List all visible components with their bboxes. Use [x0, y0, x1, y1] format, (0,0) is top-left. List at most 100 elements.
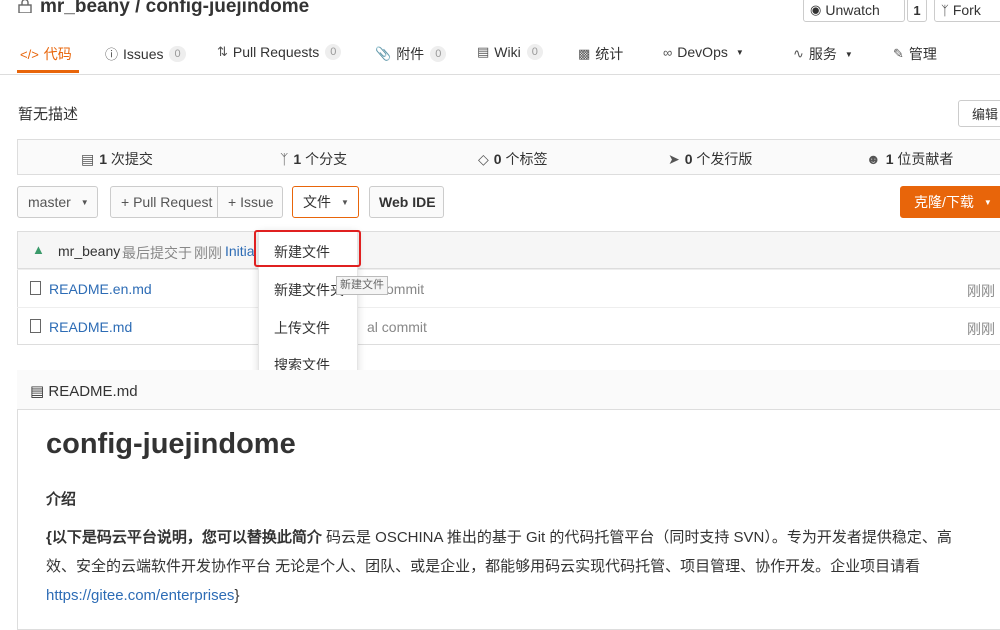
branches-count: 1 — [293, 151, 302, 167]
pull-request-icon: ⇅ — [217, 44, 228, 59]
file-icon — [30, 319, 41, 333]
tab-code-label: 代码 — [43, 46, 72, 62]
issue-icon: ⓘ — [105, 47, 119, 62]
tab-wiki-label: Wiki — [494, 44, 521, 60]
unwatch-button[interactable]: ◉ Unwatch — [803, 0, 905, 22]
clone-download-button[interactable]: 克隆/下载 ▼ — [900, 186, 1000, 218]
branches-label: 个分支 — [305, 151, 348, 167]
chevron-down-icon: ▼ — [341, 197, 349, 207]
file-menu-button[interactable]: 文件 ▼ — [292, 186, 359, 218]
tab-issues[interactable]: ⓘ Issues 0 — [105, 44, 186, 63]
contributors-icon: ☻ — [866, 151, 881, 167]
repo-name-link[interactable]: config-juejindome — [146, 0, 310, 17]
new-pull-request-button[interactable]: + Pull Request — [110, 186, 218, 218]
repo-title: mr_beany / config-juejindome — [18, 0, 309, 18]
attachment-icon: 📎 — [375, 46, 392, 61]
eye-icon: ◉ — [810, 2, 822, 17]
pull-requests-badge: 0 — [325, 44, 342, 60]
new-issue-button[interactable]: + Issue — [217, 186, 283, 218]
tab-services-label: 服务 — [808, 46, 837, 62]
commits-stat[interactable]: ▤ 1 次提交 — [81, 149, 153, 169]
lock-icon — [18, 0, 32, 13]
readme-title: ▤ README.md — [30, 382, 138, 400]
tab-stats-label: 统计 — [595, 46, 624, 62]
commit-icon: ▤ — [81, 151, 95, 167]
clone-download-label: 克隆/下载 — [914, 194, 974, 210]
menu-item-new-folder[interactable]: 新建文件夹 — [274, 280, 344, 300]
repo-description: 暂无描述 — [18, 106, 79, 123]
file-commit-time: 刚刚 — [967, 321, 995, 337]
file-name-link[interactable]: README.en.md — [49, 281, 152, 297]
tab-stats[interactable]: ▩ 统计 — [578, 44, 623, 64]
unwatch-label: Unwatch — [825, 2, 880, 18]
wiki-badge: 0 — [526, 44, 543, 60]
issues-badge: 0 — [169, 45, 186, 62]
readme-header — [17, 370, 1000, 410]
branch-label: master — [28, 194, 71, 210]
readme-heading: config-juejindome — [46, 428, 296, 460]
commit-text: 最后提交于 — [122, 245, 192, 261]
readme-filename: README.md — [48, 383, 138, 400]
tags-stat[interactable]: ◇ 0 个标签 — [478, 149, 547, 169]
web-ide-button[interactable]: Web IDE — [369, 186, 444, 218]
file-menu-label: 文件 — [303, 194, 331, 210]
file-icon: ▤ — [30, 383, 45, 400]
releases-label: 个发行版 — [696, 151, 753, 167]
tab-attachments[interactable]: 📎 附件 0 — [375, 44, 447, 64]
fork-label: Fork — [952, 2, 981, 18]
commits-label: 次提交 — [110, 151, 153, 167]
highlight-box — [254, 230, 361, 267]
tab-pull-requests[interactable]: ⇅ Pull Requests 0 — [217, 44, 342, 60]
fork-icon: ᛉ — [941, 2, 949, 18]
release-icon: ➤ — [668, 151, 680, 167]
tab-pull-requests-label: Pull Requests — [232, 44, 320, 60]
commit-time: 刚刚 — [194, 245, 222, 261]
chevron-down-icon: ▼ — [983, 197, 992, 207]
wiki-icon: ▤ — [477, 44, 490, 59]
tab-manage[interactable]: ✎ 管理 — [893, 44, 937, 64]
chevron-down-icon: ▼ — [844, 49, 853, 59]
repo-separator: / — [135, 0, 141, 17]
branches-stat[interactable]: ᛉ1 个分支 — [280, 149, 347, 169]
file-commit-message[interactable]: al commit — [367, 319, 427, 335]
releases-count: 0 — [684, 151, 693, 167]
enterprise-link[interactable]: https://gitee.com/enterprises — [46, 587, 234, 604]
file-name-link[interactable]: README.md — [49, 319, 132, 335]
stats-icon: ▩ — [578, 46, 591, 61]
tab-devops[interactable]: ∞ DevOps ▼ — [663, 44, 744, 60]
tag-icon: ◇ — [478, 151, 489, 167]
repo-stats-bar: ▤ 1 次提交 ᛉ1 个分支 ◇ 0 个标签 ➤ 0 个发行版 ☻ 1 位贡献者 — [17, 139, 1000, 175]
contributors-stat[interactable]: ☻ 1 位贡献者 — [866, 149, 953, 169]
watch-count[interactable]: 1 — [907, 0, 927, 22]
service-icon: ∿ — [793, 46, 804, 61]
branch-select[interactable]: master ▼ — [17, 186, 98, 218]
file-row[interactable]: README.en.md commit 刚刚 — [17, 269, 1000, 307]
menu-item-upload-file[interactable]: 上传文件 — [274, 318, 330, 338]
tags-label: 个标签 — [505, 151, 548, 167]
file-row[interactable]: README.md al commit 刚刚 — [17, 307, 1000, 345]
tab-services[interactable]: ∿ 服务 ▼ — [793, 44, 853, 64]
repo-owner-link[interactable]: mr_beany — [40, 0, 130, 17]
commits-count: 1 — [99, 151, 108, 167]
repo-tabs: </> 代码 ⓘ Issues 0 ⇅ Pull Requests 0 📎 附件 0 ▤ Wik… — [0, 38, 1000, 75]
tooltip: 新建文件 — [336, 276, 388, 295]
devops-icon: ∞ — [663, 44, 673, 60]
fork-button[interactable]: ᛉ Fork — [934, 0, 1000, 22]
chevron-down-icon: ▼ — [80, 197, 89, 207]
tab-devops-label: DevOps — [677, 44, 728, 60]
attachments-badge: 0 — [430, 46, 447, 62]
code-icon: </> — [20, 46, 39, 62]
file-icon — [30, 281, 41, 295]
readme-intro-end: } — [234, 587, 240, 604]
branch-icon: ᛉ — [280, 151, 289, 167]
edit-description-button[interactable]: 编辑 — [958, 100, 1000, 127]
contributors-label: 位贡献者 — [897, 151, 954, 167]
readme-subheading: 介绍 — [46, 491, 77, 508]
commit-message-link[interactable]: Initia — [225, 243, 255, 259]
tab-code[interactable]: </> 代码 — [20, 44, 72, 64]
tab-wiki[interactable]: ▤ Wiki 0 — [477, 44, 543, 60]
releases-stat[interactable]: ➤ 0 个发行版 — [668, 149, 752, 169]
avatar: ▲ — [32, 242, 45, 257]
tab-manage-label: 管理 — [908, 46, 937, 62]
commit-user[interactable]: mr_beany — [58, 243, 120, 259]
